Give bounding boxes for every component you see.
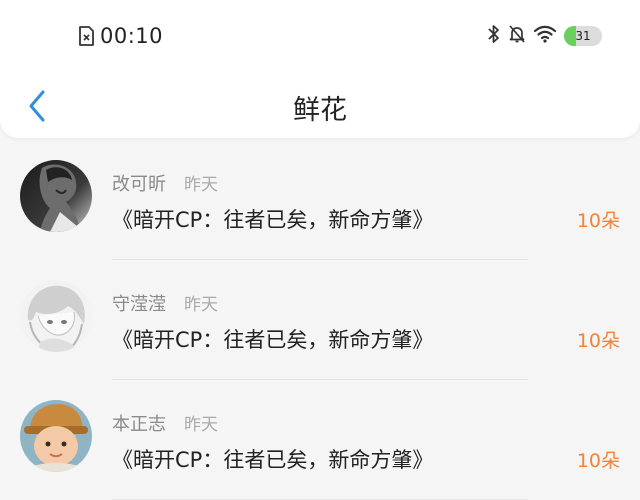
- flower-row[interactable]: 改可昕 昨天 《暗开CP：往者已矣，新命方肇》 10朵: [0, 140, 640, 260]
- flower-amount: 10朵: [576, 330, 620, 352]
- flower-amount: 10朵: [576, 210, 620, 232]
- row-meta: 本正志 昨天: [112, 410, 218, 436]
- nav-bar: 鲜花: [0, 72, 640, 138]
- status-left: 00:10: [78, 22, 163, 50]
- flower-list: 改可昕 昨天 《暗开CP：往者已矣，新命方肇》 10朵 守滢滢 昨天 《暗开CP…: [0, 140, 640, 500]
- battery-fill: [564, 26, 576, 46]
- row-meta: 守滢滢 昨天: [112, 290, 218, 316]
- time-ago: 昨天: [184, 175, 218, 195]
- row-meta: 改可昕 昨天: [112, 170, 218, 196]
- flower-row[interactable]: 本正志 昨天 《暗开CP：往者已矣，新命方肇》 10朵: [0, 380, 640, 500]
- battery-icon: 31: [564, 26, 602, 46]
- status-right: 31: [488, 24, 602, 48]
- book-title: 《暗开CP：往者已矣，新命方肇》: [112, 208, 434, 232]
- avatar[interactable]: [20, 280, 92, 352]
- wifi-icon: [533, 25, 557, 47]
- mute-bell-icon: [508, 24, 526, 48]
- user-name: 守滢滢: [112, 294, 166, 315]
- flower-amount: 10朵: [576, 450, 620, 472]
- book-title: 《暗开CP：往者已矣，新命方肇》: [112, 328, 434, 352]
- battery-level: 31: [575, 29, 591, 43]
- avatar[interactable]: [20, 400, 92, 472]
- time-ago: 昨天: [184, 415, 218, 435]
- sim-card-icon: [78, 26, 94, 46]
- flower-row[interactable]: 守滢滢 昨天 《暗开CP：往者已矣，新命方肇》 10朵: [0, 260, 640, 380]
- avatar[interactable]: [20, 160, 92, 232]
- header: 00:10 31 鲜花: [0, 0, 640, 138]
- book-title: 《暗开CP：往者已矣，新命方肇》: [112, 448, 434, 472]
- bluetooth-icon: [488, 24, 500, 48]
- status-bar: 00:10 31: [0, 0, 640, 72]
- user-name: 本正志: [112, 414, 166, 435]
- status-time: 00:10: [100, 24, 164, 48]
- user-name: 改可昕: [112, 174, 166, 195]
- page-title: 鲜花: [293, 95, 347, 126]
- time-ago: 昨天: [184, 295, 218, 315]
